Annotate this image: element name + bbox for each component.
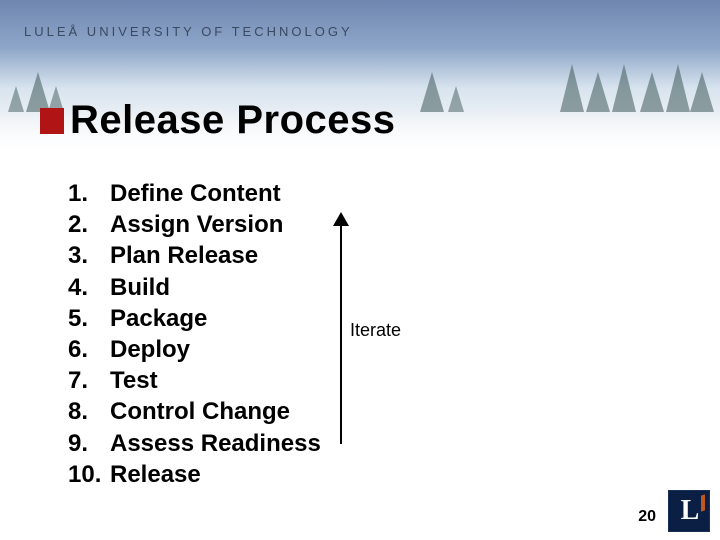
iterate-label: Iterate — [350, 320, 401, 341]
step-number: 1. — [68, 178, 110, 209]
step-number: 2. — [68, 209, 110, 240]
slide: LULEÅ UNIVERSITY OF TECHNOLOGY Release P… — [0, 0, 720, 540]
list-item: 5.Package — [68, 303, 321, 334]
list-item: 8.Control Change — [68, 396, 321, 427]
step-text: Release — [110, 459, 201, 490]
step-text: Assign Version — [110, 209, 283, 240]
title-marker-icon — [40, 108, 64, 134]
university-logo: L — [668, 490, 710, 532]
list-item: 10.Release — [68, 459, 321, 490]
step-number: 8. — [68, 396, 110, 427]
step-number: 3. — [68, 240, 110, 271]
step-text: Assess Readiness — [110, 428, 321, 459]
list-item: 2.Assign Version — [68, 209, 321, 240]
list-item: 4.Build — [68, 272, 321, 303]
step-text: Plan Release — [110, 240, 258, 271]
page-number: 20 — [638, 508, 656, 526]
step-number: 5. — [68, 303, 110, 334]
step-number: 10. — [68, 459, 110, 490]
step-text: Deploy — [110, 334, 190, 365]
list-item: 9.Assess Readiness — [68, 428, 321, 459]
step-number: 6. — [68, 334, 110, 365]
step-text: Test — [110, 365, 158, 396]
university-name: LULEÅ UNIVERSITY OF TECHNOLOGY — [24, 24, 353, 39]
list-item: 7.Test — [68, 365, 321, 396]
title-row: Release Process — [40, 98, 396, 143]
list-item: 3.Plan Release — [68, 240, 321, 271]
step-text: Define Content — [110, 178, 281, 209]
page-title: Release Process — [70, 98, 396, 143]
step-number: 7. — [68, 365, 110, 396]
arrow-shaft — [340, 220, 342, 444]
step-number: 4. — [68, 272, 110, 303]
step-number: 9. — [68, 428, 110, 459]
step-text: Build — [110, 272, 170, 303]
logo-letter: L — [681, 497, 700, 525]
step-text: Control Change — [110, 396, 290, 427]
steps-list: 1.Define Content 2.Assign Version 3.Plan… — [68, 178, 321, 490]
step-text: Package — [110, 303, 207, 334]
list-item: 6.Deploy — [68, 334, 321, 365]
logo-accent-icon — [701, 494, 705, 511]
list-item: 1.Define Content — [68, 178, 321, 209]
